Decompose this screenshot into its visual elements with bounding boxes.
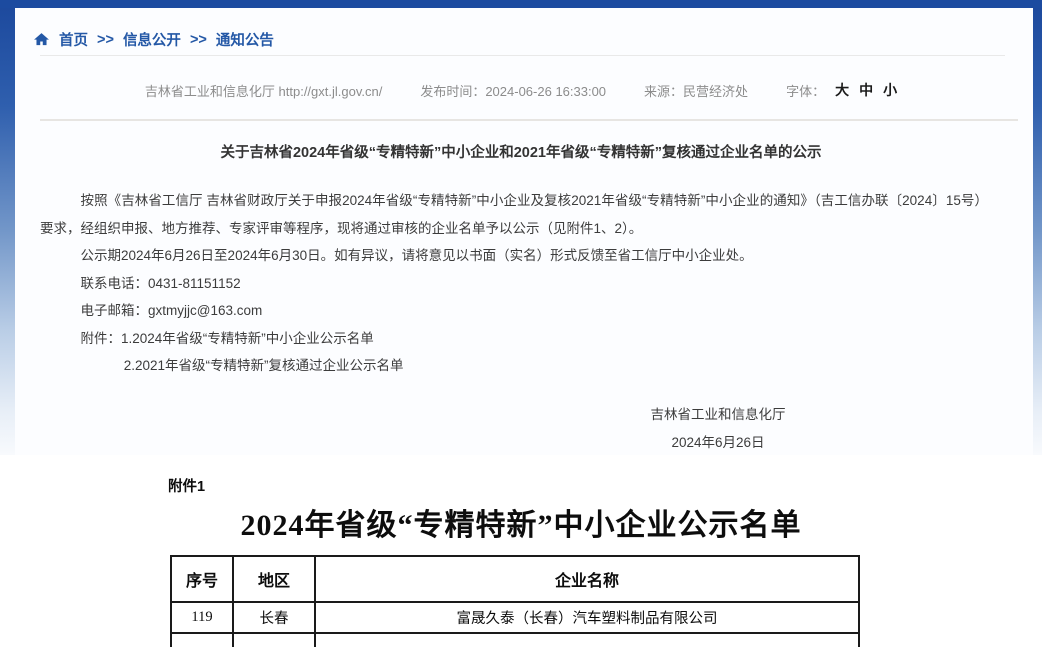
breadcrumb-separator: >> — [97, 32, 114, 48]
attachment-label: 附件1 — [168, 475, 205, 496]
font-size-label: 字体： — [786, 81, 825, 100]
article-title: 关于吉林省2024年省级“专精特新”中小企业和2021年省级“专精特新”复核通过… — [40, 141, 1002, 162]
signature-agency: 吉林省工业和信息化厅 — [618, 401, 818, 429]
cell-region — [233, 633, 315, 647]
cell-region: 长春 — [233, 602, 315, 633]
paragraph-basis: 按照《吉林省工信厅 吉林省财政厅关于申报2024年省级“专精特新”中小企业及复核… — [40, 187, 988, 242]
table-header-row: 序号 地区 企业名称 — [171, 556, 859, 602]
breadcrumb-info-disclosure[interactable]: 信息公开 — [123, 29, 181, 50]
table-row-partial — [171, 633, 859, 647]
table-header-company: 企业名称 — [315, 556, 859, 602]
paragraph-public-period: 公示期2024年6月26日至2024年6月30日。如有异议，请将意见以书面（实名… — [40, 242, 988, 270]
paragraph-phone: 联系电话：0431-81151152 — [40, 270, 988, 298]
right-border-strip — [1033, 8, 1042, 455]
page: 首页 >> 信息公开 >> 通知公告 吉林省工业和信息化厅 http://gxt… — [0, 0, 1042, 647]
home-icon[interactable] — [33, 31, 50, 48]
signature-date: 2024年6月26日 — [618, 429, 818, 457]
paragraph-attachment-1: 附件：1.2024年省级“专精特新”中小企业公示名单 — [40, 325, 988, 353]
paragraph-email: 电子邮箱：gxtmyjjc@163.com — [40, 297, 988, 325]
breadcrumb-notices[interactable]: 通知公告 — [216, 29, 274, 50]
breadcrumb: 首页 >> 信息公开 >> 通知公告 — [33, 29, 274, 50]
signature-block: 吉林省工业和信息化厅 2024年6月26日 — [618, 401, 818, 457]
meta-source-site: 吉林省工业和信息化厅 http://gxt.jl.gov.cn/ — [145, 81, 382, 100]
top-blue-bar — [0, 0, 1042, 8]
cell-seq — [171, 633, 233, 647]
font-size-small-button[interactable]: 小 — [883, 80, 897, 100]
article-body: 按照《吉林省工信厅 吉林省财政厅关于申报2024年省级“专精特新”中小企业及复核… — [40, 187, 988, 380]
attachment-table: 序号 地区 企业名称 119 长春 富晟久泰（长春）汽车塑料制品有限公司 — [170, 555, 860, 647]
font-size-switcher: 字体： 大 中 小 — [786, 80, 897, 100]
font-size-medium-button[interactable]: 中 — [859, 80, 873, 100]
table-header-seq: 序号 — [171, 556, 233, 602]
cell-seq: 119 — [171, 602, 233, 633]
article-meta: 吉林省工业和信息化厅 http://gxt.jl.gov.cn/ 发布时间：20… — [40, 80, 1002, 100]
table-header-region: 地区 — [233, 556, 315, 602]
left-border-strip — [0, 8, 15, 455]
cell-company — [315, 633, 859, 647]
breadcrumb-separator: >> — [190, 32, 207, 48]
table-row: 119 长春 富晟久泰（长春）汽车塑料制品有限公司 — [171, 602, 859, 633]
meta-divider — [40, 119, 1018, 121]
paragraph-attachment-2: 2.2021年省级“专精特新”复核通过企业公示名单 — [40, 352, 988, 380]
attachment-heading: 2024年省级“专精特新”中小企业公示名单 — [0, 500, 1042, 544]
breadcrumb-divider — [40, 55, 1005, 56]
meta-publish-time: 发布时间：2024-06-26 16:33:00 — [420, 81, 606, 100]
font-size-large-button[interactable]: 大 — [835, 80, 849, 100]
breadcrumb-home[interactable]: 首页 — [59, 29, 88, 50]
article-panel: 首页 >> 信息公开 >> 通知公告 吉林省工业和信息化厅 http://gxt… — [0, 0, 1042, 455]
cell-company: 富晟久泰（长春）汽车塑料制品有限公司 — [315, 602, 859, 633]
meta-origin: 来源：民营经济处 — [644, 81, 748, 100]
attachment-preview: 附件1 2024年省级“专精特新”中小企业公示名单 序号 地区 企业名称 119… — [0, 455, 1042, 647]
